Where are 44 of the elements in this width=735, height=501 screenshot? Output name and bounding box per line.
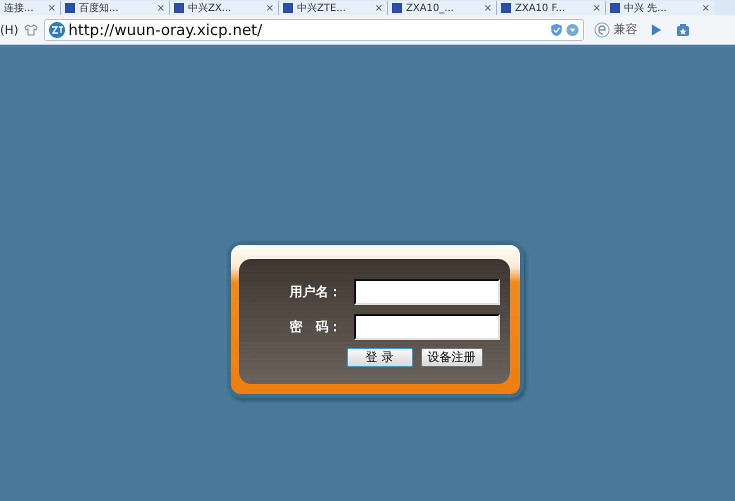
page-icon [610,3,620,13]
register-button[interactable]: 设备注册 [420,348,482,367]
address-field[interactable]: http://wuun-oray.xicp.net/ [44,18,584,40]
tab-title: 中兴 先... [624,2,668,15]
dropdown-icon[interactable] [566,22,580,36]
username-label: 用户名： [288,284,342,301]
password-field[interactable] [354,314,500,340]
password-label: 密 码： [288,318,342,336]
site-logo-icon [49,22,66,38]
close-icon[interactable]: × [702,2,710,14]
browser-tab[interactable]: 百度知... × [60,1,169,15]
close-icon[interactable]: × [592,2,601,14]
close-icon[interactable]: × [156,2,165,14]
login-button[interactable]: 登 录 [346,348,412,367]
browser-tab[interactable]: 中兴 先... × [605,1,714,15]
menu-item[interactable]: (H) [0,22,18,36]
tab-title: ZXA10 F... [515,2,566,14]
tab-title: ZXA10_... [406,2,455,14]
browser-tab[interactable]: ZXA10_... × [387,1,496,15]
browser-tab[interactable]: 中兴ZX... × [169,1,278,15]
browser-tab[interactable]: 中兴ZTE... × [278,1,387,15]
page-icon [283,3,293,13]
page-icon [392,3,402,13]
browser-e-icon [594,22,610,38]
close-icon[interactable]: × [484,2,492,14]
close-icon[interactable]: × [374,2,383,14]
tab-title: 中兴ZTE... [297,2,347,15]
tab-title: 百度知... [79,2,120,15]
compatibility-button[interactable]: 兼容 [590,21,642,38]
favorites-icon[interactable] [676,22,690,36]
username-field[interactable] [354,279,500,305]
play-icon[interactable] [651,24,662,36]
shield-icon[interactable] [550,22,564,36]
tab-title: 中兴ZX... [188,2,232,15]
page-icon [174,3,184,13]
close-icon[interactable]: × [48,2,56,14]
shirt-icon[interactable] [24,24,38,36]
browser-tab[interactable]: 连接... × [0,1,60,15]
close-icon[interactable]: × [266,2,274,14]
tab-title: 连接... [4,2,35,15]
page-icon [501,3,511,13]
url-text: http://wuun-oray.xicp.net/ [68,20,264,38]
browser-tab[interactable]: ZXA10 F... × [496,1,605,15]
page-icon [65,3,75,13]
